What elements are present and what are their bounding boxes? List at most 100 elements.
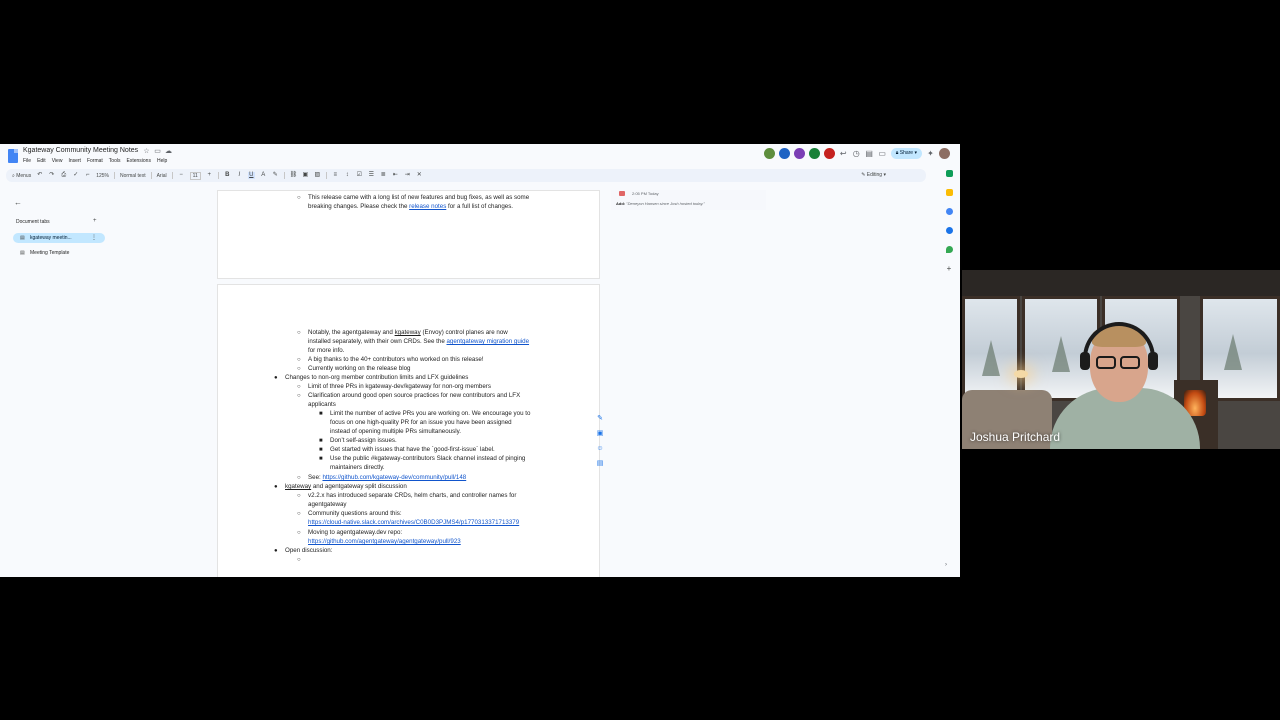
image-icon[interactable]: ▨: [314, 172, 321, 179]
undo-icon[interactable]: ↶: [36, 172, 43, 179]
community-pr-link[interactable]: https://github.com/kgateway-dev/communit…: [322, 474, 466, 481]
align-icon[interactable]: ≡: [332, 172, 339, 179]
folder-icon[interactable]: ▭: [154, 148, 161, 155]
checklist-icon[interactable]: ☑: [356, 172, 363, 179]
font-select[interactable]: Arial: [157, 173, 167, 179]
paint-format-icon[interactable]: ⌐: [84, 172, 91, 179]
paragraph-line: Limit of three PRs in kgateway-dev/kgate…: [308, 383, 491, 390]
tasks-app-icon[interactable]: [945, 208, 953, 215]
docs-title-bar: Kgateway Community Meeting Notes ☆ ▭ ☁ F…: [0, 144, 960, 168]
document-page[interactable]: ○ This release came with a long list of …: [217, 190, 600, 279]
menu-edit[interactable]: Edit: [37, 158, 46, 164]
release-notes-link[interactable]: release notes: [409, 203, 446, 210]
editing-mode-select[interactable]: ✎ Editing ▾: [861, 172, 886, 178]
tab-meeting-template[interactable]: ▤ Meeting Template: [13, 248, 105, 258]
keep-app-icon[interactable]: [945, 189, 953, 196]
document-page[interactable]: ○ Notably, the agentgateway and kgateway…: [217, 284, 600, 577]
suggest-edit-icon[interactable]: ▤: [597, 459, 604, 468]
highlight-icon[interactable]: ✎: [272, 172, 279, 179]
paragraph-line: breaking changes. Please check the relea…: [308, 203, 514, 210]
paragraph-line: v2.2.x has introduced separate CRDs, hel…: [308, 492, 517, 499]
side-panel-apps: +: [943, 170, 955, 273]
participant-video-tile[interactable]: Joshua Pritchard: [962, 270, 1280, 449]
line-spacing-icon[interactable]: ↕: [344, 172, 351, 179]
font-size-decrease-icon[interactable]: −: [178, 172, 185, 179]
add-comment-icon[interactable]: ▣: [302, 172, 309, 179]
bold-icon[interactable]: B: [224, 172, 231, 179]
collaborator-avatar[interactable]: [808, 148, 820, 159]
divider: [171, 172, 173, 179]
add-tab-icon[interactable]: +: [93, 218, 97, 224]
contacts-app-icon[interactable]: [945, 227, 953, 234]
collaborator-avatar[interactable]: [823, 148, 835, 159]
menu-tools[interactable]: Tools: [109, 158, 121, 164]
zoom-select[interactable]: 125%: [96, 173, 109, 179]
edit-with-gemini-icon[interactable]: ✎: [597, 414, 603, 423]
menu-help[interactable]: Help: [157, 158, 167, 164]
get-addons-icon[interactable]: +: [947, 265, 952, 273]
history-icon[interactable]: ◷: [852, 149, 861, 158]
italic-icon[interactable]: I: [236, 172, 243, 179]
paragraph-line: instead of opening multiple PRs simultan…: [330, 428, 461, 435]
more-options-icon[interactable]: ⋮: [91, 234, 97, 241]
menu-extensions[interactable]: Extensions: [126, 158, 150, 164]
font-size-increase-icon[interactable]: +: [206, 172, 213, 179]
increase-indent-icon[interactable]: ⇥: [404, 172, 411, 179]
maps-app-icon[interactable]: [945, 246, 953, 253]
font-size-input[interactable]: 11: [189, 171, 201, 180]
text-color-icon[interactable]: A: [260, 172, 267, 179]
docs-logo-icon[interactable]: [8, 149, 18, 163]
sheets-app-icon[interactable]: [945, 170, 953, 177]
star-icon[interactable]: ☆: [143, 148, 150, 155]
bulleted-list-icon[interactable]: ☰: [368, 172, 375, 179]
collaborator-avatar[interactable]: [778, 148, 790, 159]
paragraph-line: Open discussion:: [285, 547, 333, 554]
slack-archive-link[interactable]: https://cloud-native.slack.com/archives/…: [308, 519, 519, 526]
headset-icon: [1080, 352, 1090, 370]
bullet-hollow: ○: [297, 557, 301, 563]
paragraph-line: Currently working on the release blog: [308, 365, 411, 372]
menu-file[interactable]: File: [23, 158, 31, 164]
collaborator-avatar[interactable]: [793, 148, 805, 159]
tab-document-icon: ▤: [20, 250, 25, 256]
search-menus[interactable]: ⌕ Menus: [12, 173, 31, 179]
agentgateway-pr-link[interactable]: https://github.com/agentgateway/agentgat…: [308, 538, 461, 545]
share-button[interactable]: 🔒︎ Share ▾: [890, 148, 922, 159]
clear-formatting-icon[interactable]: ✕: [416, 172, 423, 179]
account-avatar[interactable]: [939, 148, 950, 159]
emoji-reaction-icon[interactable]: ☺: [596, 444, 603, 453]
document-title[interactable]: Kgateway Community Meeting Notes: [23, 147, 138, 154]
gemini-icon[interactable]: ✦: [926, 149, 935, 158]
decrease-indent-icon[interactable]: ⇤: [392, 172, 399, 179]
paragraph-line: Don’t self-assign issues.: [330, 437, 397, 444]
video-call-icon[interactable]: ▭: [878, 149, 887, 158]
cloud-status-icon[interactable]: ☁: [165, 148, 172, 155]
comment-card[interactable]: 2:05 PM Today Add: "Deneyon Hansen since…: [611, 190, 766, 210]
add-comment-icon[interactable]: ▣: [597, 429, 604, 438]
chevron-right-icon[interactable]: ›: [945, 562, 947, 568]
redo-icon[interactable]: ↷: [48, 172, 55, 179]
bullet-hollow: ○: [297, 366, 301, 372]
comment-icon[interactable]: ▤: [865, 149, 874, 158]
spellcheck-icon[interactable]: ✓: [72, 172, 79, 179]
document-tabs-heading: Document tabs: [16, 219, 50, 225]
more-collaborators-icon[interactable]: ↩: [839, 149, 848, 158]
print-icon[interactable]: ⎙: [60, 172, 67, 179]
link-icon[interactable]: ⛓: [290, 172, 298, 179]
migration-guide-link[interactable]: agentgateway migration guide: [446, 338, 529, 345]
divider: [114, 172, 116, 179]
menu-view[interactable]: View: [52, 158, 63, 164]
tab-kgateway-meeting[interactable]: ▤ kgateway meetin... ⋮: [13, 233, 105, 243]
style-select[interactable]: Normal text: [120, 173, 146, 179]
underline-icon[interactable]: U: [247, 172, 255, 179]
menu-format[interactable]: Format: [87, 158, 103, 164]
comment-text: Add: "Deneyon Hansen since Josh hosted t…: [616, 201, 705, 206]
headset-icon: [1148, 352, 1158, 370]
menu-insert[interactable]: Insert: [68, 158, 81, 164]
back-arrow-icon[interactable]: ←: [14, 198, 22, 207]
numbered-list-icon[interactable]: ≣: [380, 172, 387, 179]
video-background: [1052, 336, 1070, 372]
divider: [325, 172, 327, 179]
collaborator-avatar[interactable]: [763, 148, 775, 159]
video-background: [1014, 370, 1028, 378]
